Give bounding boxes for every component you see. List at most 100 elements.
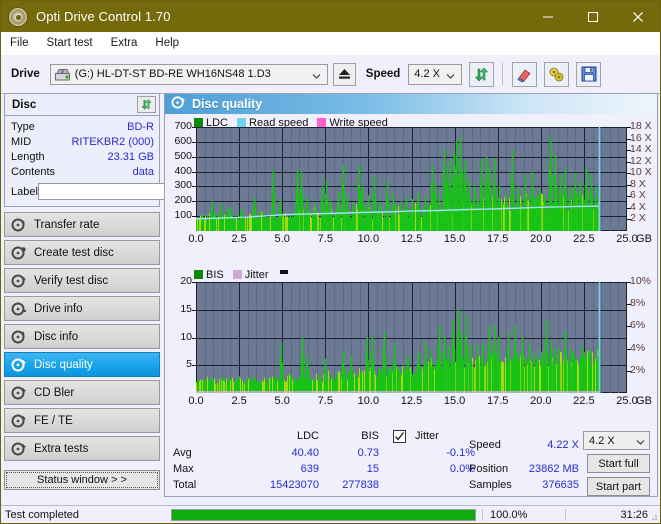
x-tick: 15.0 [443,233,466,245]
legend-label-bis: BIS [206,268,224,281]
test-speed-value: 4.2 X [589,434,615,447]
sidebar-item-disc-quality[interactable]: Disc quality [4,352,160,377]
x-tick: 2.5 [231,233,247,245]
close-icon[interactable] [615,1,660,32]
test-speed-select[interactable]: 4.2 X [583,431,650,450]
chevron-down-icon [636,437,645,445]
y2-tick: 2 X [630,212,646,225]
status-window-button[interactable]: Status window > > [4,470,160,490]
stats-panel: LDC BIS Jitter Avg 40.40 0.73 -0.1% Max … [165,427,657,496]
disc-label-caption: Label [11,185,38,198]
speed-label: Speed [365,68,401,80]
x-tick: 5.0 [274,395,290,407]
sidebar-item-drive-info[interactable]: Drive info [4,296,160,321]
legend-swatch-jitter [232,270,242,279]
sidebar-item-extra-tests[interactable]: Extra tests [4,436,160,461]
sidebar-item-create-test-disc[interactable]: Create test disc [4,240,160,265]
x-axis-unit: GB [636,395,652,407]
progress-percent: 100.0% [482,508,565,521]
disc-refresh-button[interactable] [137,96,156,113]
maximize-icon[interactable] [570,1,615,32]
x-tick: 10.0 [357,233,380,245]
y-tick: 200 [174,194,192,207]
window-title: Opti Drive Control 1.70 [36,9,171,24]
save-button[interactable] [576,61,602,87]
y2-tick-mark [627,196,631,198]
start-full-button[interactable]: Start full [587,454,650,473]
chevron-down-icon [446,71,455,79]
disc-contents-value: data [132,165,154,178]
x-axis-unit: GB [636,233,652,245]
y2-tick-mark [627,150,631,152]
disc-quality-icon [171,95,186,113]
x-tick: 22.5 [573,233,595,245]
drive-icon [54,68,70,81]
elapsed-time: 31:26 [565,508,660,521]
y2-tick-mark [627,348,631,350]
sidebar-label: Drive info [34,302,83,315]
disc-info-icon [11,329,27,345]
jitter-checkbox[interactable] [393,430,406,443]
menu-file[interactable]: File [10,37,29,49]
y2-tick-mark [627,304,631,306]
sidebar-label: Disc info [34,330,79,343]
start-part-button[interactable]: Start part [587,477,650,496]
y-tick-mark [192,186,196,188]
speed-select[interactable]: 4.2 X [408,63,463,85]
y2-tick-mark [627,370,631,372]
stats-avg-jitter: -0.1% [446,447,475,459]
sidebar-item-fe-te[interactable]: FE / TE [4,408,160,433]
menu-start-test[interactable]: Start test [47,37,93,49]
stats-row-avg-label: Avg [173,447,192,459]
status-bar: Test completed 100.0% 31:26 [1,505,660,523]
disc-length-label: Length [11,150,45,163]
stats-speed-label: Speed [469,439,501,451]
tools-button[interactable] [544,61,570,87]
y-tick: 600 [174,134,192,147]
y2-tick: 18 X [630,120,652,132]
x-tick: 17.5 [486,233,509,245]
stats-position-value: 23862 MB [528,463,579,475]
y2-tick-mark [627,127,631,128]
y-tick-mark [192,156,196,158]
erase-button[interactable] [512,61,538,87]
sidebar-item-cd-bler[interactable]: CD Bler [4,380,160,405]
stats-samples-label: Samples [469,479,512,491]
y2-tick: 10% [630,275,652,287]
legend-swatch-write-speed [317,118,327,127]
y2-tick-mark [627,282,631,283]
disc-panel-header: Disc [5,94,159,116]
y-tick-mark [192,365,196,367]
menu-extra[interactable]: Extra [111,37,138,49]
y-tick: 300 [174,179,192,192]
sidebar-label: Create test disc [34,246,114,259]
x-tick: 22.5 [573,395,595,407]
eject-button[interactable] [332,62,356,86]
sidebar-item-disc-info[interactable]: Disc info [4,324,160,349]
refresh-button[interactable] [469,61,495,87]
menu-help[interactable]: Help [155,37,179,49]
stats-speed-value: 4.22 X [547,439,579,451]
drive-select[interactable]: (G:) HL-DT-ST BD-RE WH16NS48 1.D3 [49,63,328,85]
ldc-chart[interactable]: 100 200 300 400 500 600 700 2 X4 X6 X8 X 10 X 12… [165,120,657,249]
stats-row-total-label: Total [173,479,197,491]
sidebar-item-verify-test-disc[interactable]: Verify test disc [4,268,160,293]
sidebar-item-transfer-rate[interactable]: Transfer rate [4,212,160,237]
drive-value: (G:) HL-DT-ST BD-RE WH16NS48 1.D3 [74,68,271,80]
y2-tick: 12 X [630,154,652,167]
disc-quality-panel: Disc quality LDC Read speed Write speed … [164,93,658,497]
x-tick: 12.5 [400,233,423,245]
legend-swatch-read-speed [237,118,247,127]
y2-tick-mark [627,326,631,328]
disc-test-icon [11,217,27,233]
y-tick-mark [192,171,196,173]
tool-bar: Drive (G:) HL-DT-ST BD-RE WH16NS48 1.D3 … [1,55,660,94]
disc-label-row: Label [11,181,239,202]
resize-grip-icon[interactable] [648,511,658,521]
progress-bar [171,508,476,521]
bis-chart[interactable]: 5 10 15 20 2% 4% 6% 8% 10% 0.0 2.5 5.0 7.5 10.0 12.5… [165,275,657,412]
sidebar: Disc Type BD-R MID RITEKBR2 (000) Length… [4,93,239,497]
panel-header: Disc quality [165,94,657,114]
minimize-icon[interactable] [525,1,570,32]
sidebar-label: Transfer rate [34,218,100,231]
